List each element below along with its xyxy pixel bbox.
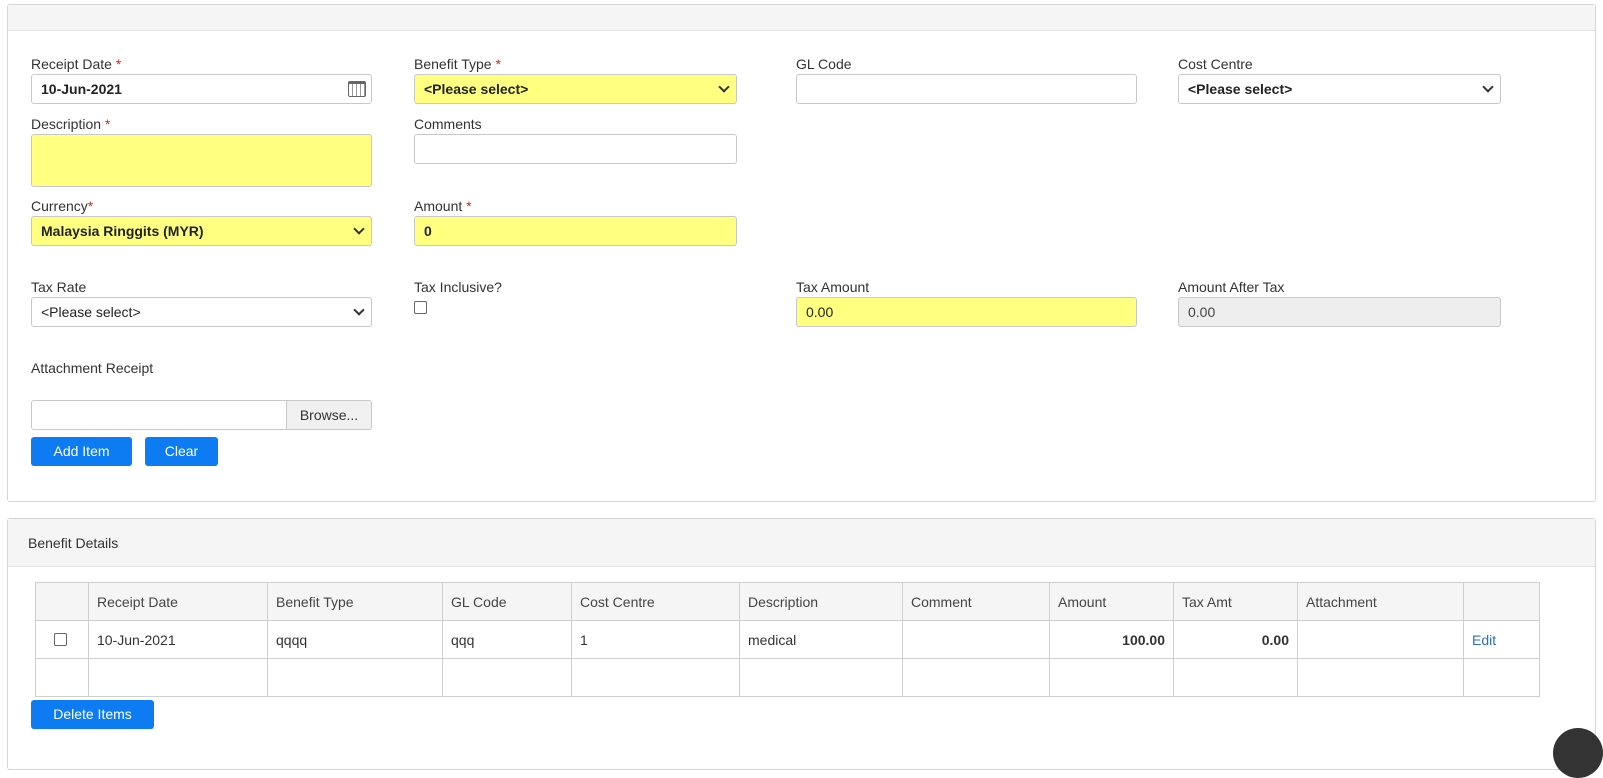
amount-input[interactable]: 0 [414,216,737,246]
empty-cell [1049,658,1174,697]
empty-cell [88,658,268,697]
empty-cell [902,658,1050,697]
description-label-text: Description [31,116,102,132]
select-column-header [35,582,89,621]
receipt-date-cell: 10-Jun-2021 [88,620,268,659]
delete-items-button[interactable]: Delete Items [31,700,154,729]
tax-rate-label: Tax Rate [31,279,87,295]
benefit-details-panel: Benefit Details Receipt Date Benefit Typ… [7,518,1596,770]
benefit-details-title: Benefit Details [8,519,1595,567]
empty-cell [1463,658,1540,697]
receipt-date-value: 10-Jun-2021 [41,81,122,97]
benefit-type-value: <Please select> [424,81,529,97]
benefit-details-table: Receipt Date Benefit Type GL Code Cost C… [35,582,1540,697]
table-header-row: Receipt Date Benefit Type GL Code Cost C… [35,582,1540,621]
panel-header [8,5,1595,31]
column-header: Description [739,582,903,621]
chevron-down-icon [353,304,365,316]
amount-label: Amount * [414,198,472,214]
amount-label-text: Amount [414,198,463,214]
column-header: Attachment [1297,582,1464,621]
table-row: 10-Jun-2021 qqqq qqq 1 medical 100.00 0.… [35,620,1540,659]
cost-centre-cell: 1 [571,620,740,659]
description-label: Description * [31,116,110,132]
comment-cell [902,620,1050,659]
amount-after-tax-input: 0.00 [1178,297,1501,327]
action-column-header [1463,582,1540,621]
column-header: Benefit Type [267,582,443,621]
required-mark: * [104,116,111,132]
empty-cell [739,658,903,697]
empty-cell [1297,658,1464,697]
amount-cell: 100.00 [1049,620,1174,659]
column-header: Cost Centre [571,582,740,621]
edit-link[interactable]: Edit [1463,620,1540,659]
benefit-type-cell: qqqq [267,620,443,659]
tax-rate-value: <Please select> [41,304,141,320]
cost-centre-label: Cost Centre [1178,56,1253,72]
floating-chat-button[interactable] [1553,728,1603,778]
benefit-type-label: Benefit Type * [414,56,501,72]
tax-amount-input[interactable]: 0.00 [796,297,1137,327]
row-select-cell [35,620,89,659]
add-item-button[interactable]: Add Item [31,437,132,466]
attachment-label: Attachment Receipt [31,360,154,376]
required-mark: * [115,56,122,72]
comments-label: Comments [414,116,482,132]
attachment-cell [1297,620,1464,659]
chevron-down-icon [1482,81,1494,93]
column-header: Amount [1049,582,1174,621]
tax-rate-select[interactable]: <Please select> [31,297,372,327]
chevron-down-icon [353,223,365,235]
empty-cell [1173,658,1298,697]
currency-value: Malaysia Ringgits (MYR) [41,223,204,239]
column-header: Comment [902,582,1050,621]
currency-label: Currency* [31,198,93,214]
receipt-date-label: Receipt Date * [31,56,121,72]
column-header: Receipt Date [88,582,268,621]
column-header: Tax Amt [1173,582,1298,621]
description-cell: medical [739,620,903,659]
empty-cell [35,658,89,697]
browse-button[interactable]: Browse... [286,401,371,429]
receipt-date-label-text: Receipt Date [31,56,112,72]
description-textarea[interactable] [31,134,372,187]
gl-code-input[interactable] [796,74,1137,104]
row-checkbox[interactable] [54,633,67,646]
cost-centre-value: <Please select> [1188,81,1293,97]
cost-centre-select[interactable]: <Please select> [1178,74,1501,104]
chevron-down-icon [718,81,730,93]
gl-code-cell: qqq [442,620,572,659]
receipt-date-input[interactable]: 10-Jun-2021 [31,74,372,104]
calendar-icon[interactable] [348,81,366,97]
column-header: GL Code [442,582,572,621]
currency-select[interactable]: Malaysia Ringgits (MYR) [31,216,372,246]
clear-button[interactable]: Clear [145,437,218,466]
tax-inclusive-checkbox[interactable] [414,301,427,314]
amount-after-tax-label: Amount After Tax [1178,279,1285,295]
gl-code-label: GL Code [796,56,852,72]
benefit-type-label-text: Benefit Type [414,56,492,72]
table-footer-row [35,658,1540,697]
empty-cell [267,658,443,697]
tax-amt-cell: 0.00 [1173,620,1298,659]
tax-amount-label: Tax Amount [796,279,870,295]
empty-cell [571,658,740,697]
empty-cell [442,658,572,697]
required-mark: * [495,56,501,72]
required-mark: * [466,198,472,214]
currency-label-text: Currency [31,198,88,214]
benefit-type-select[interactable]: <Please select> [414,74,737,104]
attachment-file-input[interactable]: Browse... [31,400,372,430]
comments-input[interactable] [414,134,737,164]
tax-inclusive-label: Tax Inclusive? [414,279,502,295]
required-mark: * [87,198,94,214]
